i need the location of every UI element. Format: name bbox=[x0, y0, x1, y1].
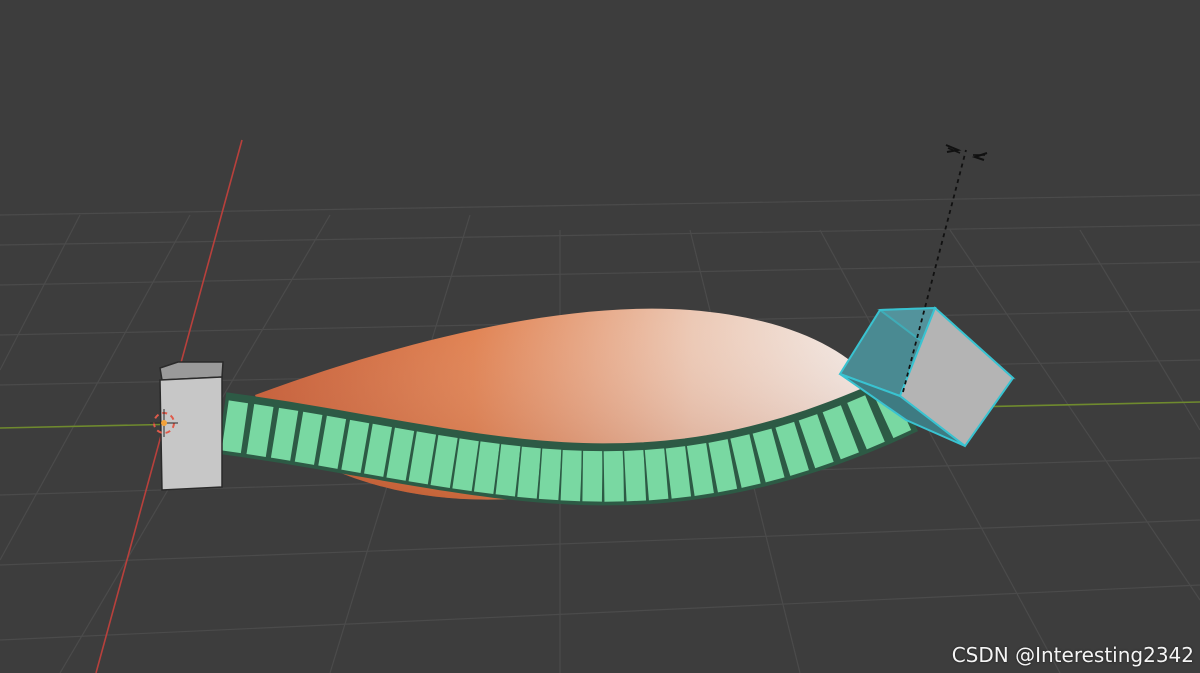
chain-segment[interactable] bbox=[537, 446, 564, 502]
anchor-cube[interactable] bbox=[159, 361, 224, 491]
chain-segment[interactable] bbox=[559, 448, 584, 503]
chain-segment[interactable] bbox=[602, 449, 626, 504]
watermark-label: CSDN @Interesting2342 bbox=[951, 643, 1194, 667]
3d-viewport[interactable] bbox=[0, 0, 1200, 673]
chain-segment[interactable] bbox=[580, 449, 605, 504]
chain-segment[interactable] bbox=[622, 448, 648, 503]
